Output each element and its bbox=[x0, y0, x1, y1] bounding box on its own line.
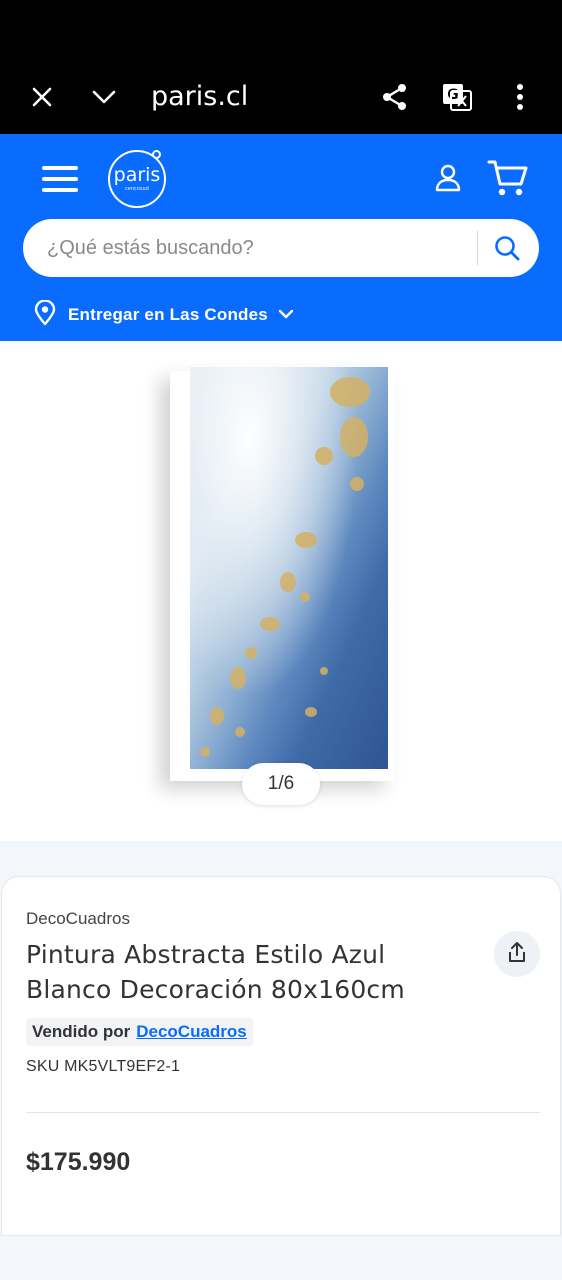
location-pin-icon bbox=[34, 298, 56, 331]
chevron-down-icon[interactable] bbox=[87, 80, 121, 114]
product-image-gallery[interactable]: 1/6 bbox=[0, 341, 562, 841]
user-icon[interactable] bbox=[432, 162, 464, 194]
delivery-location-selector[interactable]: Entregar en Las Condes bbox=[34, 298, 294, 331]
chevron-down-icon bbox=[278, 306, 294, 324]
logo-dot bbox=[152, 150, 161, 159]
share-icon[interactable] bbox=[378, 80, 412, 114]
close-icon[interactable] bbox=[25, 80, 59, 114]
product-sku: SKU MK5VLT9EF2-1 bbox=[26, 1058, 181, 1075]
search-bar bbox=[23, 219, 539, 277]
search-input[interactable] bbox=[47, 219, 487, 277]
translate-icon[interactable]: G bbox=[440, 80, 474, 114]
divider bbox=[26, 1112, 540, 1113]
svg-text:G: G bbox=[447, 87, 459, 103]
browser-toolbar: paris.cl G bbox=[0, 60, 562, 134]
product-info-card: DecoCuadros Pintura Abstracta Estilo Azu… bbox=[1, 876, 561, 1236]
paris-logo[interactable]: paris cencosud bbox=[108, 150, 166, 208]
share-button[interactable] bbox=[494, 931, 540, 977]
logo-subtext: cencosud bbox=[125, 186, 149, 192]
more-vertical-icon[interactable] bbox=[503, 80, 537, 114]
product-image[interactable] bbox=[190, 367, 388, 769]
image-counter: 1/6 bbox=[242, 763, 320, 805]
product-title: Pintura Abstracta Estilo Azul Blanco Dec… bbox=[26, 940, 405, 1004]
seller-label: Vendido por bbox=[32, 1022, 131, 1041]
seller-info: Vendido por DecoCuadros bbox=[26, 1018, 253, 1046]
cart-icon[interactable] bbox=[487, 158, 529, 198]
page-background bbox=[0, 1236, 562, 1280]
search-icon[interactable] bbox=[489, 231, 525, 265]
menu-icon[interactable] bbox=[42, 166, 78, 192]
delivery-text: Entregar en Las Condes bbox=[68, 305, 268, 324]
product-brand[interactable]: DecoCuadros bbox=[26, 909, 130, 929]
status-bar bbox=[0, 0, 562, 60]
share-icon bbox=[505, 940, 529, 969]
site-header: paris cencosud Entrega bbox=[0, 134, 562, 341]
url-text[interactable]: paris.cl bbox=[151, 80, 248, 114]
product-price: $175.990 bbox=[26, 1148, 131, 1176]
logo-text: paris bbox=[113, 164, 161, 186]
seller-link[interactable]: DecoCuadros bbox=[136, 1022, 247, 1042]
search-divider bbox=[477, 231, 478, 265]
